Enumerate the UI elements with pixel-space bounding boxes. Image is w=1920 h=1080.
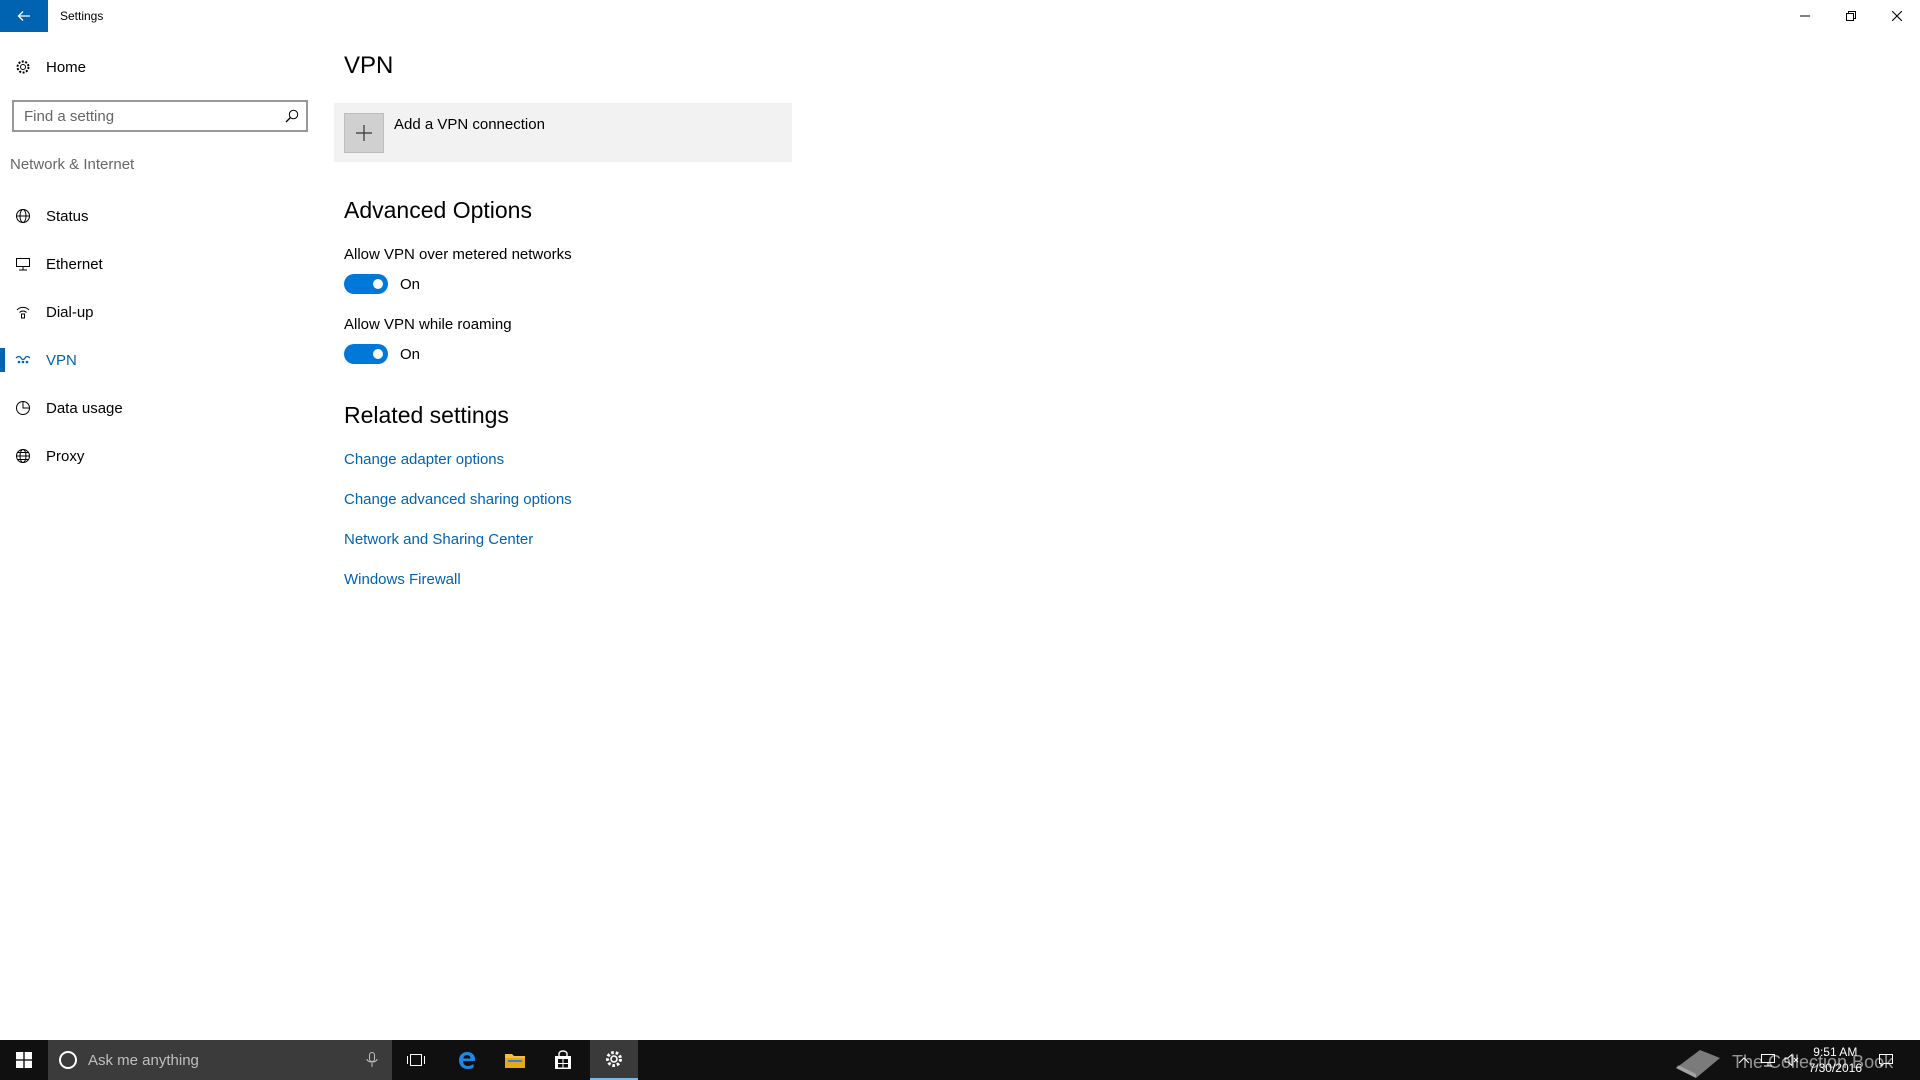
window-title: Settings bbox=[60, 9, 104, 23]
metered-networks-toggle-row: On bbox=[344, 273, 420, 295]
sidebar-item-label: Data usage bbox=[46, 399, 123, 417]
volume-muted-icon[interactable] bbox=[1780, 1053, 1804, 1067]
toggle-state-label: On bbox=[400, 275, 421, 293]
toggle-knob bbox=[373, 349, 383, 359]
edge-icon bbox=[459, 1052, 475, 1069]
title-bar: Settings bbox=[0, 0, 1920, 32]
dial-up-icon bbox=[0, 293, 46, 331]
related-settings-heading: Related settings bbox=[344, 402, 509, 428]
roaming-label: Allow VPN while roaming bbox=[344, 316, 512, 333]
network-sharing-center-link[interactable]: Network and Sharing Center bbox=[344, 531, 533, 548]
tray-chevron-icon[interactable] bbox=[1732, 1056, 1756, 1064]
sidebar-item-label: Dial-up bbox=[46, 303, 94, 321]
change-advanced-sharing-link[interactable]: Change advanced sharing options bbox=[344, 491, 572, 508]
close-icon bbox=[1892, 11, 1902, 21]
file-explorer-button[interactable] bbox=[491, 1040, 539, 1080]
cortana-placeholder: Ask me anything bbox=[88, 1051, 199, 1069]
sidebar-item-ethernet[interactable]: Ethernet bbox=[0, 240, 320, 288]
globe-icon bbox=[0, 437, 46, 475]
sidebar-item-label: Proxy bbox=[46, 447, 85, 465]
find-setting-input[interactable] bbox=[14, 102, 278, 130]
cortana-search-box[interactable]: Ask me anything bbox=[48, 1040, 392, 1080]
search-icon bbox=[278, 109, 306, 123]
roaming-toggle-row: On bbox=[344, 343, 420, 365]
nav-list: Status Ethernet Dial-up VPN Data usage P… bbox=[0, 192, 320, 480]
home-nav-item[interactable]: Home bbox=[0, 48, 320, 86]
home-label: Home bbox=[46, 58, 87, 76]
microphone-icon bbox=[366, 1052, 378, 1067]
sidebar: Home Network & Internet Status Ethernet … bbox=[0, 32, 320, 1040]
sidebar-item-dial-up[interactable]: Dial-up bbox=[0, 288, 320, 336]
globe-status-icon bbox=[0, 197, 46, 235]
start-button[interactable] bbox=[0, 1040, 48, 1080]
roaming-toggle[interactable] bbox=[344, 344, 388, 364]
network-icon[interactable] bbox=[1756, 1053, 1780, 1067]
advanced-options-heading: Advanced Options bbox=[344, 197, 532, 223]
restore-button[interactable] bbox=[1828, 0, 1874, 32]
clock-time: 9:51 AM bbox=[1813, 1045, 1858, 1059]
metered-networks-label: Allow VPN over metered networks bbox=[344, 246, 572, 263]
edge-browser-button[interactable] bbox=[442, 1040, 490, 1080]
change-adapter-options-link[interactable]: Change adapter options bbox=[344, 451, 504, 468]
taskbar: Ask me anything The Collection Book 9:51… bbox=[0, 1040, 1920, 1080]
metered-networks-toggle[interactable] bbox=[344, 274, 388, 294]
minimize-button[interactable] bbox=[1782, 0, 1828, 32]
system-tray bbox=[1732, 1040, 1804, 1080]
vpn-icon bbox=[0, 341, 46, 379]
sidebar-item-label: Ethernet bbox=[46, 255, 103, 273]
sidebar-item-status[interactable]: Status bbox=[0, 192, 320, 240]
taskbar-clock[interactable]: 9:51 AM 7/30/2016 bbox=[1809, 1044, 1862, 1076]
book-logo-icon bbox=[1676, 1050, 1720, 1078]
minimize-icon bbox=[1800, 15, 1810, 17]
find-setting-search[interactable] bbox=[12, 100, 308, 132]
section-title: Network & Internet bbox=[10, 156, 135, 173]
clock-date: 7/30/2016 bbox=[1808, 1061, 1862, 1075]
page-title: VPN bbox=[344, 52, 394, 79]
task-view-button[interactable] bbox=[392, 1040, 440, 1080]
restore-icon bbox=[1846, 11, 1856, 21]
folder-icon bbox=[505, 1054, 525, 1068]
sidebar-item-proxy[interactable]: Proxy bbox=[0, 432, 320, 480]
store-button[interactable] bbox=[539, 1040, 587, 1080]
task-view-icon bbox=[407, 1054, 425, 1066]
cortana-icon bbox=[59, 1051, 77, 1069]
ethernet-icon bbox=[0, 245, 46, 283]
gear-icon bbox=[0, 48, 46, 86]
store-icon bbox=[555, 1050, 571, 1069]
sidebar-item-label: Status bbox=[46, 207, 89, 225]
active-indicator bbox=[0, 348, 5, 372]
back-arrow-icon bbox=[17, 11, 30, 21]
notification-icon bbox=[1879, 1054, 1893, 1067]
toggle-state-label: On bbox=[400, 345, 421, 363]
data-usage-icon bbox=[0, 389, 46, 427]
add-vpn-label: Add a VPN connection bbox=[394, 116, 545, 133]
sidebar-item-vpn[interactable]: VPN bbox=[0, 336, 320, 384]
close-button[interactable] bbox=[1874, 0, 1920, 32]
gear-icon bbox=[606, 1051, 622, 1067]
action-center-button[interactable] bbox=[1864, 1040, 1908, 1080]
toggle-knob bbox=[373, 279, 383, 289]
windows-firewall-link[interactable]: Windows Firewall bbox=[344, 571, 461, 588]
windows-logo-icon bbox=[16, 1052, 32, 1068]
back-button[interactable] bbox=[0, 0, 48, 32]
sidebar-item-data-usage[interactable]: Data usage bbox=[0, 384, 320, 432]
sidebar-item-label: VPN bbox=[46, 351, 77, 369]
add-vpn-connection-button[interactable]: Add a VPN connection bbox=[334, 103, 792, 162]
settings-taskbar-button[interactable] bbox=[590, 1040, 638, 1080]
plus-icon bbox=[344, 112, 384, 153]
